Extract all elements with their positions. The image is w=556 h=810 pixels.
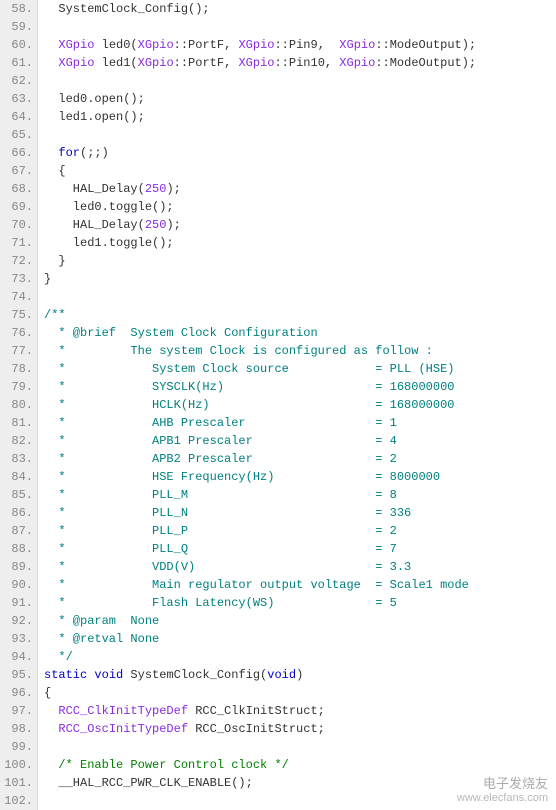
code-line	[44, 126, 556, 144]
code-line: led0.toggle();	[44, 198, 556, 216]
code-line: HAL_Delay(250);	[44, 180, 556, 198]
line-number: 102.	[4, 792, 33, 810]
line-number: 63.	[4, 90, 33, 108]
code-line: * HCLK(Hz) = 168000000	[44, 396, 556, 414]
line-number: 90.	[4, 576, 33, 594]
line-number: 78.	[4, 360, 33, 378]
code-line: static void SystemClock_Config(void)	[44, 666, 556, 684]
code-line	[44, 72, 556, 90]
code-content: SystemClock_Config(); XGpio led0(XGpio::…	[38, 0, 556, 810]
line-number: 75.	[4, 306, 33, 324]
code-line: * Flash Latency(WS) = 5	[44, 594, 556, 612]
code-line: /* Enable Power Control clock */	[44, 756, 556, 774]
line-number: 61.	[4, 54, 33, 72]
line-number: 82.	[4, 432, 33, 450]
code-line: * APB1 Prescaler = 4	[44, 432, 556, 450]
line-number: 69.	[4, 198, 33, 216]
line-number: 79.	[4, 378, 33, 396]
line-number: 98.	[4, 720, 33, 738]
line-number: 91.	[4, 594, 33, 612]
line-number: 59.	[4, 18, 33, 36]
code-viewer: 58.59.60.61.62.63.64.65.66.67.68.69.70.7…	[0, 0, 556, 810]
code-line: HAL_Delay(250);	[44, 216, 556, 234]
code-line: led1.toggle();	[44, 234, 556, 252]
line-number: 100.	[4, 756, 33, 774]
line-number: 62.	[4, 72, 33, 90]
line-number: 68.	[4, 180, 33, 198]
code-line: * @brief System Clock Configuration	[44, 324, 556, 342]
line-number: 60.	[4, 36, 33, 54]
code-line: * SYSCLK(Hz) = 168000000	[44, 378, 556, 396]
line-number: 92.	[4, 612, 33, 630]
code-line: led1.open();	[44, 108, 556, 126]
line-number: 83.	[4, 450, 33, 468]
code-line: * System Clock source = PLL (HSE)	[44, 360, 556, 378]
code-line: * PLL_Q = 7	[44, 540, 556, 558]
code-line: * PLL_N = 336	[44, 504, 556, 522]
code-line: XGpio led1(XGpio::PortF, XGpio::Pin10, X…	[44, 54, 556, 72]
line-number: 95.	[4, 666, 33, 684]
code-line: */	[44, 648, 556, 666]
code-line: * PLL_P = 2	[44, 522, 556, 540]
code-line: RCC_ClkInitTypeDef RCC_ClkInitStruct;	[44, 702, 556, 720]
line-number: 101.	[4, 774, 33, 792]
code-line: SystemClock_Config();	[44, 0, 556, 18]
code-line: * The system Clock is configured as foll…	[44, 342, 556, 360]
line-number: 84.	[4, 468, 33, 486]
line-number: 88.	[4, 540, 33, 558]
line-number: 64.	[4, 108, 33, 126]
code-line: * @param None	[44, 612, 556, 630]
line-number: 94.	[4, 648, 33, 666]
code-line: }	[44, 270, 556, 288]
line-number: 72.	[4, 252, 33, 270]
line-number: 74.	[4, 288, 33, 306]
code-line: * PLL_M = 8	[44, 486, 556, 504]
code-line: {	[44, 684, 556, 702]
line-number: 70.	[4, 216, 33, 234]
line-number: 73.	[4, 270, 33, 288]
code-line: XGpio led0(XGpio::PortF, XGpio::Pin9, XG…	[44, 36, 556, 54]
code-line: for(;;)	[44, 144, 556, 162]
code-line: RCC_OscInitTypeDef RCC_OscInitStruct;	[44, 720, 556, 738]
line-number-gutter: 58.59.60.61.62.63.64.65.66.67.68.69.70.7…	[0, 0, 38, 810]
line-number: 76.	[4, 324, 33, 342]
line-number: 87.	[4, 522, 33, 540]
code-line: led0.open();	[44, 90, 556, 108]
code-line: * @retval None	[44, 630, 556, 648]
code-line	[44, 18, 556, 36]
line-number: 96.	[4, 684, 33, 702]
line-number: 66.	[4, 144, 33, 162]
line-number: 65.	[4, 126, 33, 144]
code-line	[44, 792, 556, 810]
line-number: 67.	[4, 162, 33, 180]
line-number: 89.	[4, 558, 33, 576]
code-line: }	[44, 252, 556, 270]
code-line: __HAL_RCC_PWR_CLK_ENABLE();	[44, 774, 556, 792]
line-number: 58.	[4, 0, 33, 18]
line-number: 97.	[4, 702, 33, 720]
line-number: 99.	[4, 738, 33, 756]
code-line: * VDD(V) = 3.3	[44, 558, 556, 576]
code-line: * AHB Prescaler = 1	[44, 414, 556, 432]
line-number: 93.	[4, 630, 33, 648]
code-line: * APB2 Prescaler = 2	[44, 450, 556, 468]
line-number: 71.	[4, 234, 33, 252]
code-line: {	[44, 162, 556, 180]
line-number: 81.	[4, 414, 33, 432]
code-line: * Main regulator output voltage = Scale1…	[44, 576, 556, 594]
line-number: 80.	[4, 396, 33, 414]
code-line	[44, 738, 556, 756]
line-number: 77.	[4, 342, 33, 360]
code-line	[44, 288, 556, 306]
line-number: 86.	[4, 504, 33, 522]
code-line: /**	[44, 306, 556, 324]
code-line: * HSE Frequency(Hz) = 8000000	[44, 468, 556, 486]
line-number: 85.	[4, 486, 33, 504]
